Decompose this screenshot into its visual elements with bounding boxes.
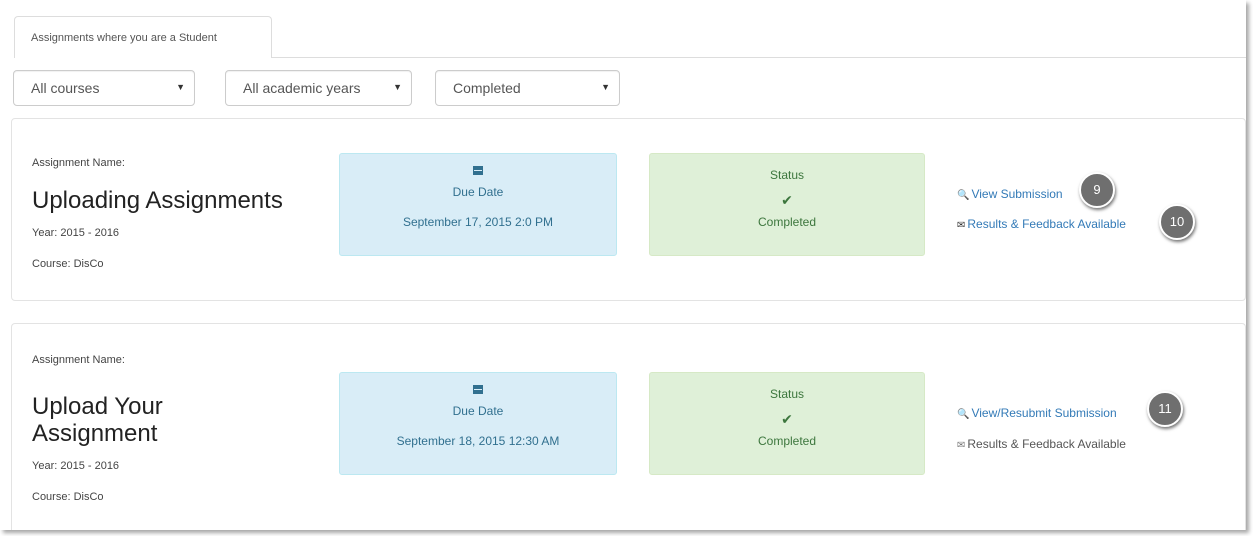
status-label: Status <box>769 168 805 182</box>
magnifier-icon: 🔍 <box>957 190 970 201</box>
view-resubmit-link[interactable]: 🔍 View/Resubmit Submission <box>957 406 1117 420</box>
year-filter-value: All academic years <box>243 80 361 96</box>
calendar-icon <box>473 166 483 175</box>
tab-student-assignments[interactable]: Assignments where you are a Student <box>14 16 272 58</box>
assignment-card: Assignment Name: Upload Your Assignment … <box>11 323 1246 530</box>
results-feedback-link[interactable]: ✉ Results & Feedback Available <box>957 217 1126 231</box>
year-filter-select[interactable]: All academic years ▼ <box>225 70 412 106</box>
status-value: Completed <box>757 215 817 229</box>
checkmark-icon: ✔ <box>781 411 793 427</box>
due-date-box: Due Date September 18, 2015 12:30 AM <box>339 372 617 475</box>
tab-divider <box>272 57 1246 58</box>
assignment-name-label: Assignment Name: <box>32 157 125 169</box>
callout-badge: 10 <box>1159 204 1195 240</box>
assignment-title: Upload Your Assignment <box>32 393 163 447</box>
checkmark-icon: ✔ <box>781 192 793 208</box>
assignment-title: Uploading Assignments <box>32 187 283 214</box>
callout-badge: 9 <box>1079 172 1115 208</box>
envelope-icon: ✉ <box>957 440 966 451</box>
envelope-icon: ✉ <box>957 220 966 231</box>
assignment-year: Year: 2015 - 2016 <box>32 460 120 472</box>
assignment-card: Assignment Name: Uploading Assignments Y… <box>11 118 1246 301</box>
results-feedback-text: ✉ Results & Feedback Available <box>957 437 1126 451</box>
due-date-value: September 18, 2015 12:30 AM <box>396 434 560 448</box>
callout-badge: 11 <box>1147 391 1183 427</box>
status-box: Status ✔ Completed <box>649 372 925 475</box>
tab-label: Assignments where you are a Student <box>31 32 217 44</box>
assignments-panel: Assignments where you are a Student All … <box>0 0 1246 530</box>
chevron-down-icon: ▼ <box>176 82 185 92</box>
assignment-name-label: Assignment Name: <box>32 354 125 366</box>
status-label: Status <box>769 387 805 401</box>
results-feedback-label: Results & Feedback Available <box>967 217 1126 231</box>
chevron-down-icon: ▼ <box>601 82 610 92</box>
status-filter-value: Completed <box>453 80 521 96</box>
status-box: Status ✔ Completed <box>649 153 925 256</box>
assignment-course: Course: DisCo <box>32 491 104 503</box>
view-submission-label: View Submission <box>971 187 1063 201</box>
course-filter-select[interactable]: All courses ▼ <box>13 70 195 106</box>
assignment-course: Course: DisCo <box>32 258 104 270</box>
results-feedback-label: Results & Feedback Available <box>967 437 1126 451</box>
status-value: Completed <box>757 434 817 448</box>
due-date-box: Due Date September 17, 2015 2:0 PM <box>339 153 617 256</box>
due-date-label: Due Date <box>452 185 504 199</box>
due-date-label: Due Date <box>452 404 504 418</box>
due-date-value: September 17, 2015 2:0 PM <box>402 215 554 229</box>
assignment-year: Year: 2015 - 2016 <box>32 227 120 239</box>
view-submission-link[interactable]: 🔍 View Submission <box>957 187 1063 201</box>
course-filter-value: All courses <box>31 80 100 96</box>
calendar-icon <box>473 385 483 394</box>
magnifier-icon: 🔍 <box>957 409 970 420</box>
status-filter-select[interactable]: Completed ▼ <box>435 70 620 106</box>
chevron-down-icon: ▼ <box>389 82 402 92</box>
view-resubmit-label: View/Resubmit Submission <box>971 406 1117 420</box>
